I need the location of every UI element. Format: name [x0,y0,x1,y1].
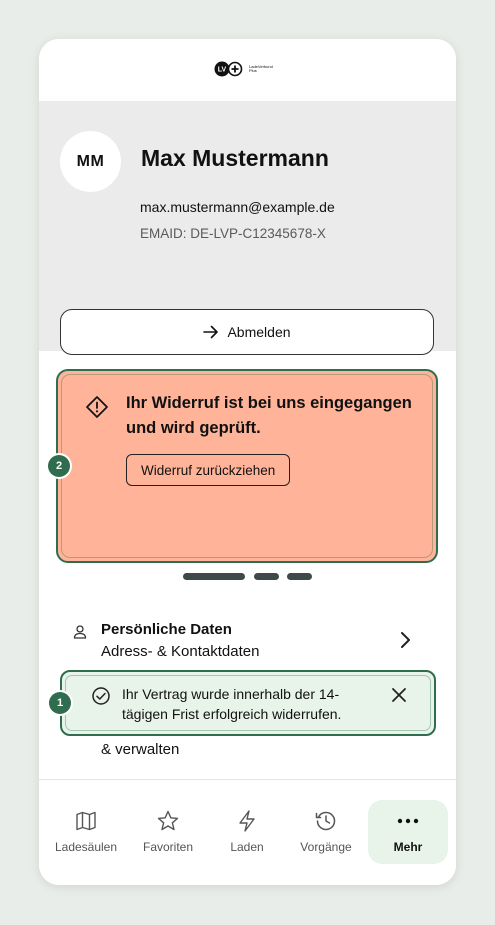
nav-item-favoriten[interactable]: Favoriten [135,780,201,885]
history-icon [315,811,336,831]
pager-dot[interactable] [287,573,312,580]
chevron-right-icon [401,632,410,648]
nav-label: Favoriten [142,840,194,854]
logo-wordmark: LadeVerbund Plus [249,63,273,73]
logout-button[interactable]: Abmelden [60,309,434,355]
success-toast: Ihr Vertrag wurde innerhalb der 14-tägig… [60,670,436,736]
nav-label: Vorgänge [300,840,352,854]
alert-message: Ihr Widerruf ist bei uns eingegangen und… [126,394,412,437]
nav-item-mehr[interactable]: Mehr [375,780,441,885]
list-item-subtitle: Adress- & Kontaktdaten [101,643,260,660]
star-icon [157,810,179,831]
toast-message: Ihr Vertrag wurde innerhalb der 14-tägig… [122,686,342,722]
nav-label: Laden [230,840,264,854]
nav-label: Ladesäulen [54,840,118,854]
withdrawal-alert-card: Ihr Widerruf ist bei uns eingegangen und… [56,369,438,563]
arrow-right-icon [203,325,219,339]
brand-logo: LV LadeVerbund Plus [214,61,273,77]
check-circle-icon [92,687,110,705]
lightning-icon [239,810,255,832]
pager-dot-active[interactable] [183,573,245,580]
close-icon[interactable] [390,686,408,704]
logo-icon: LV [214,61,243,77]
more-icon [397,818,419,824]
map-icon [76,811,96,831]
list-item-title: Persönliche Daten [101,621,232,638]
svg-text:LV: LV [218,67,227,74]
nav-item-laden[interactable]: Laden [214,780,280,885]
logout-label: Abmelden [227,324,291,340]
bottom-navigation: Ladesäulen Favoriten Laden Vorgänge Mehr [39,779,456,885]
profile-email: max.mustermann@example.de [140,199,335,215]
nav-label: Mehr [393,840,423,854]
step-badge-2: 2 [48,455,70,477]
revoke-withdrawal-button[interactable]: Widerruf zurückziehen [126,454,291,486]
warning-diamond-icon [86,396,108,418]
app-screen: LV LadeVerbund Plus MM Max Mustermann ma… [39,39,456,885]
avatar: MM [60,131,121,192]
nav-item-vorgaenge[interactable]: Vorgänge [293,780,359,885]
profile-emaid: EMAID: DE-LVP-C12345678-X [140,226,326,241]
step-badge-1: 1 [49,692,71,714]
list-item-personal-data[interactable]: Persönliche Daten Adress- & Kontaktdaten [39,612,456,672]
list-item-subtitle-partial: & verwalten [101,741,180,758]
profile-name: Max Mustermann [141,145,329,171]
profile-section: MM Max Mustermann max.mustermann@example… [39,101,456,355]
top-bar: LV LadeVerbund Plus [39,39,456,102]
nav-item-ladesaeulen[interactable]: Ladesäulen [53,780,119,885]
person-icon [73,625,87,639]
pager-dot[interactable] [254,573,279,580]
